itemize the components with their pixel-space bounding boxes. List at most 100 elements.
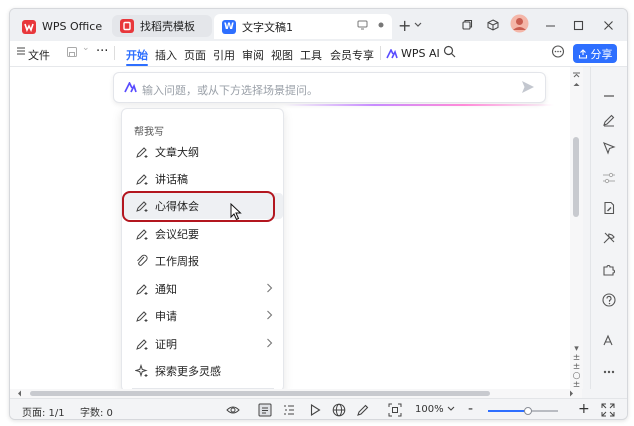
pointer-icon[interactable] [602,141,616,155]
ai-prompt-input[interactable]: 输入问题，或从下方选择场景提问。 [113,72,554,106]
horizontal-scroll-thumb[interactable] [30,391,490,396]
menu-review[interactable]: 审阅 [242,47,264,63]
page-count[interactable]: 页面: 1/1 [22,404,65,419]
zoom-slider-knob[interactable] [523,407,532,415]
menu-page[interactable]: 页面 [184,47,206,63]
pen-sparkle-icon [136,339,148,350]
document-canvas[interactable]: 输入问题，或从下方选择场景提问。 帮我写 文章大纲 讲话稿 心得体会 会议纪要 [10,67,582,392]
tab-label: WPS Office [42,20,103,33]
annotation-highlight [122,191,275,222]
fullscreen-icon[interactable] [601,403,615,417]
menu-item-speech[interactable]: 讲话稿 [123,166,283,192]
tab-document[interactable]: W 文字文稿1 [214,14,392,39]
sliders-icon[interactable] [602,171,616,185]
wps-window: WPS Office 找稻壳模板 W 文字文稿1 + 文件 ⌄ ··· 开始 插… [9,8,628,420]
tab-docer-template[interactable]: 找稻壳模板 [112,15,212,37]
zoom-out-button[interactable]: - [468,401,473,417]
minimize-icon [546,24,555,27]
menu-item-weekly-report[interactable]: 工作周报 [123,248,283,274]
menu-item-application[interactable]: 申请 [123,303,283,329]
pen-icon[interactable] [356,403,370,417]
search-button[interactable] [443,45,456,61]
close-icon [604,20,613,30]
vertical-scroll-thumb[interactable] [573,137,579,217]
new-tab-button[interactable]: + [398,16,422,35]
zoom-level[interactable]: 100% [415,404,444,415]
pen-sparkle-icon [136,147,148,158]
restore-window-button[interactable] [461,16,473,34]
paperclip-icon [137,254,148,266]
save-button[interactable] [66,46,78,61]
cube-button[interactable] [487,16,499,34]
tab-wps-office[interactable]: WPS Office [14,14,110,39]
doc-edit-icon[interactable] [602,201,616,215]
wps-ai-label: WPS AI [401,47,440,60]
avatar[interactable] [510,14,529,32]
menu-insert[interactable]: 插入 [155,47,177,63]
outline-view-icon[interactable] [282,403,296,417]
monitor-icon[interactable] [357,20,368,30]
eye-icon[interactable] [226,403,240,417]
horizontal-scrollbar[interactable] [10,389,582,398]
scroll-right-icon[interactable] [568,389,575,398]
share-button[interactable]: 分享 [573,44,617,63]
cube-icon [487,19,499,31]
comment-button[interactable] [551,45,565,61]
menu-tools[interactable]: 工具 [300,47,322,63]
puzzle-icon[interactable] [602,263,616,277]
menu-file[interactable]: 文件 [28,47,50,63]
vertical-scrollbar[interactable]: ▾ ± ± ○ ± [570,67,583,390]
chevron-down-icon[interactable]: ⌄ [82,43,90,53]
page-nav-buttons[interactable]: ▾ ± ± ○ ± [572,345,581,390]
scroll-up-icon[interactable] [572,81,581,88]
close-button[interactable] [603,16,614,34]
menu-bar: 文件 ⌄ ··· 开始 插入 页面 引用 审阅 视图 工具 会员专享 WPS A… [10,41,627,67]
page-view-icon[interactable] [258,403,272,417]
unsaved-dot-icon [378,22,384,28]
minimize-button[interactable] [545,16,556,34]
menu-member[interactable]: 会员专享 [330,47,374,63]
divider [380,46,381,60]
wps-ai-button[interactable]: WPS AI [386,47,440,60]
maximize-button[interactable] [573,16,584,34]
window-tile-icon [462,19,473,30]
zoom-in-button[interactable]: + [578,401,590,417]
menu-view[interactable]: 视图 [271,47,293,63]
fit-page-icon[interactable] [388,403,402,417]
right-sidebar [590,67,627,389]
more-icon[interactable] [602,365,616,379]
wps-ai-logo-icon [386,48,398,58]
menu-item-minutes[interactable]: 会议纪要 [123,221,283,247]
tools-icon[interactable] [602,231,616,245]
menu-reference[interactable]: 引用 [213,47,235,63]
globe-icon[interactable] [332,403,346,417]
send-icon[interactable] [521,80,535,94]
menu-item-notice[interactable]: 通知 [123,276,283,302]
menu-item-certificate[interactable]: 证明 [123,331,283,357]
maximize-icon [573,20,584,30]
tab-label: 找稻壳模板 [140,20,195,33]
menu-item-outline[interactable]: 文章大纲 [123,139,283,165]
menu-start[interactable]: 开始 [126,47,148,63]
play-icon[interactable] [308,403,322,417]
chevron-down-icon[interactable] [447,406,455,412]
minus-icon[interactable] [602,89,616,103]
help-icon[interactable] [602,293,616,307]
help-me-write-menu: 帮我写 文章大纲 讲话稿 心得体会 会议纪要 工作周报 通知 申请 证明 探索更… [121,108,284,392]
active-tab-indicator [126,64,148,66]
word-doc-icon: W [222,19,236,34]
word-count[interactable]: 字数: 0 [80,404,113,419]
wps-logo-icon [22,19,36,34]
status-bar: 页面: 1/1 字数: 0 100% - + [10,398,627,419]
zoom-slider-fill [488,410,528,412]
zoom-slider[interactable] [488,407,558,415]
chevron-down-icon [414,22,422,27]
brush-icon[interactable] [602,333,616,347]
scroll-top-icon[interactable] [572,70,581,79]
scroll-left-icon[interactable] [16,389,23,398]
more-icon[interactable]: ··· [96,44,108,59]
sparkle-icon [135,364,148,378]
hamburger-menu-button[interactable] [16,46,26,59]
menu-item-explore[interactable]: 探索更多灵感 [123,358,283,384]
pencil-icon[interactable] [602,113,616,127]
